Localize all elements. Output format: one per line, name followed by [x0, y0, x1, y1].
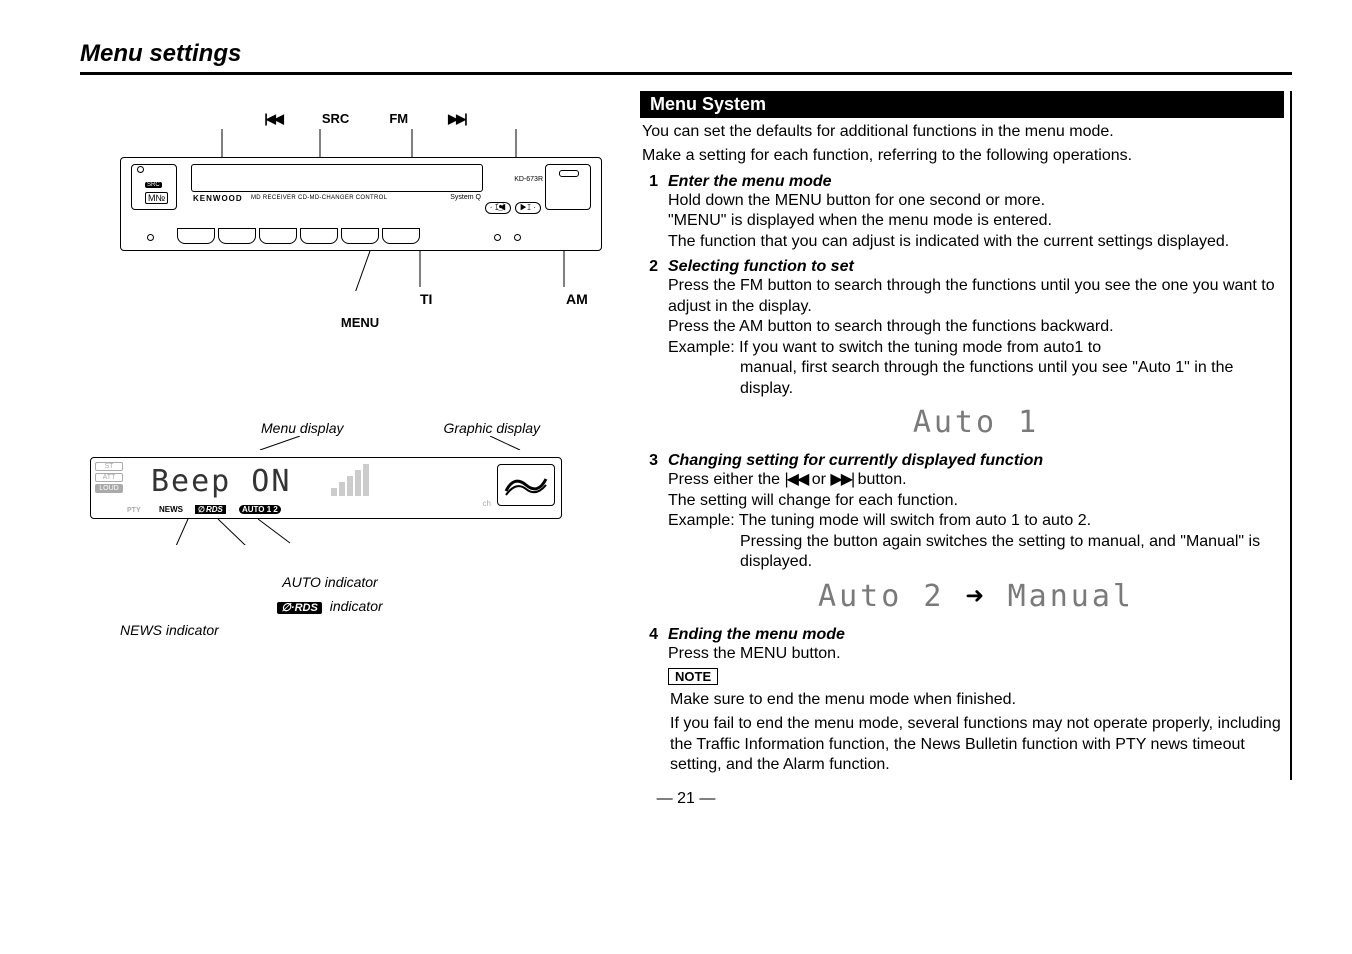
step-4: 4 Ending the menu mode Press the MENU bu… — [640, 626, 1284, 664]
step-number: 1 — [640, 173, 658, 252]
note-line: Make sure to end the menu mode when fini… — [670, 690, 1284, 710]
device-screen — [191, 164, 483, 192]
step-body-line: Pressing the button again switches the s… — [740, 532, 1284, 573]
step-title: Changing setting for currently displayed… — [668, 452, 1284, 470]
dot-display-manual: Manual — [1008, 579, 1134, 614]
graphic-display-label: Graphic display — [444, 420, 541, 436]
figure-column: |◀◀ SRC FM ▶▶| — [80, 91, 620, 780]
step-title: Selecting function to set — [668, 258, 1284, 276]
next-track-icon: ▶▶| — [830, 471, 853, 488]
news-indicator: NEWS — [159, 505, 183, 514]
pty-indicator: PTY — [127, 507, 141, 514]
step-body-line: manual, first search through the functio… — [740, 358, 1284, 399]
intro-text-1: You can set the defaults for additional … — [642, 122, 1284, 142]
skip-next-icon: ▶ꕯ · — [515, 202, 541, 214]
content-column: Menu System You can set the defaults for… — [640, 91, 1292, 780]
model-tag: KD-673R — [514, 176, 543, 183]
step-number: 3 — [640, 452, 658, 619]
dot-icon — [147, 234, 154, 241]
skip-prev-icon: · ꕯ◀ — [485, 202, 511, 214]
rds-indicator-text: indicator — [330, 598, 383, 614]
fm-label: FM — [389, 111, 408, 127]
dot-icon — [514, 234, 521, 241]
src-chip: SRC — [145, 182, 162, 188]
display-diagram: Menu display Graphic display ST ATT LOUD… — [90, 420, 570, 646]
leader-lines-top — [180, 129, 600, 157]
am-label: AM — [566, 291, 588, 307]
preset-button — [177, 228, 215, 244]
ti-label: TI — [420, 291, 432, 307]
rds-chip-icon: ∅·RDS — [277, 602, 321, 614]
loud-chip: LOUD — [95, 484, 123, 493]
prev-track-icon: |◀◀ — [264, 111, 282, 127]
right-knob-icon — [545, 164, 591, 210]
step-body-line: Press the AM button to search through th… — [668, 317, 1284, 337]
page-number: — 21 — — [80, 790, 1292, 808]
src-label: SRC — [322, 111, 349, 127]
step-body-line: Hold down the MENU button for one second… — [668, 191, 1284, 211]
leader-lines-bottom — [180, 251, 600, 291]
text-fragment: Press either the — [668, 471, 785, 488]
dot-display-transition: Auto 2 ➜ Manual — [668, 579, 1284, 614]
step-title: Ending the menu mode — [668, 626, 1284, 644]
brand-label: KENWOOD — [193, 194, 243, 203]
next-track-icon: ▶▶| — [448, 111, 466, 127]
dot-display-auto2: Auto 2 — [818, 579, 944, 614]
menu-display-label: Menu display — [261, 420, 344, 436]
st-chip: ST — [95, 462, 123, 471]
preset-button — [259, 228, 297, 244]
rds-indicator-callout: ∅·RDS indicator — [170, 598, 490, 622]
preset-button — [218, 228, 256, 244]
step-body-line: The setting will change for each functio… — [668, 491, 1284, 511]
left-knob-icon: SRC M№ — [131, 164, 177, 210]
intro-text-2: Make a setting for each function, referr… — [642, 146, 1284, 166]
auto-indicator: AUTO 1 2 — [239, 505, 281, 514]
note-label: NOTE — [668, 668, 718, 685]
model-sub-label: MD RECEIVER CD-MD-CHANGER CONTROL — [251, 195, 387, 201]
graphic-display-icon — [497, 464, 555, 506]
auto-indicator-callout: AUTO indicator — [170, 574, 490, 598]
page-title: Menu settings — [80, 40, 1292, 75]
display-leader-lines — [90, 436, 570, 450]
text-fragment: button. — [858, 471, 907, 488]
step-title: Enter the menu mode — [668, 173, 1284, 191]
device-diagram: |◀◀ SRC FM ▶▶| — [110, 111, 620, 330]
step-number: 4 — [640, 626, 658, 664]
text-fragment: or — [812, 471, 831, 488]
step-number: 2 — [640, 258, 658, 446]
step-body-line: Example: The tuning mode will switch fro… — [668, 511, 1284, 531]
preset-button — [341, 228, 379, 244]
dot-display-auto1: Auto 1 — [668, 405, 1284, 440]
preset-button — [382, 228, 420, 244]
prev-track-icon: |◀◀ — [785, 471, 808, 488]
note-line: If you fail to end the menu mode, severa… — [670, 714, 1284, 775]
step-1: 1 Enter the menu mode Hold down the MENU… — [640, 173, 1284, 252]
section-header: Menu System — [640, 91, 1284, 118]
menu-label: MENU — [120, 315, 600, 330]
step-body-line: "MENU" is displayed when the menu mode i… — [668, 211, 1284, 231]
mw-icon: M№ — [145, 192, 168, 204]
ch-label: ch — [483, 499, 491, 508]
dot-icon — [494, 234, 501, 241]
skip-buttons: · ꕯ◀ ▶ꕯ · — [485, 202, 541, 214]
step-body-line: Press the MENU button. — [668, 644, 1284, 664]
step-body-line: The function that you can adjust is indi… — [668, 232, 1284, 252]
display-bottom-leaders — [90, 519, 560, 545]
menu-display-text: Beep ON — [151, 464, 291, 499]
systemq-label: System Q — [450, 194, 481, 201]
step-3: 3 Changing setting for currently display… — [640, 452, 1284, 619]
step-body-line: Example: If you want to switch the tunin… — [668, 338, 1284, 358]
step-2: 2 Selecting function to set Press the FM… — [640, 258, 1284, 446]
att-chip: ATT — [95, 473, 123, 482]
rds-indicator: RDS — [195, 505, 226, 514]
news-indicator-callout: NEWS indicator — [120, 622, 570, 646]
arrow-right-icon: ➜ — [965, 579, 986, 614]
preset-button — [300, 228, 338, 244]
step-body-line: Press either the |◀◀ or ▶▶| button. — [668, 470, 1284, 490]
step-body-line: Press the FM button to search through th… — [668, 276, 1284, 317]
